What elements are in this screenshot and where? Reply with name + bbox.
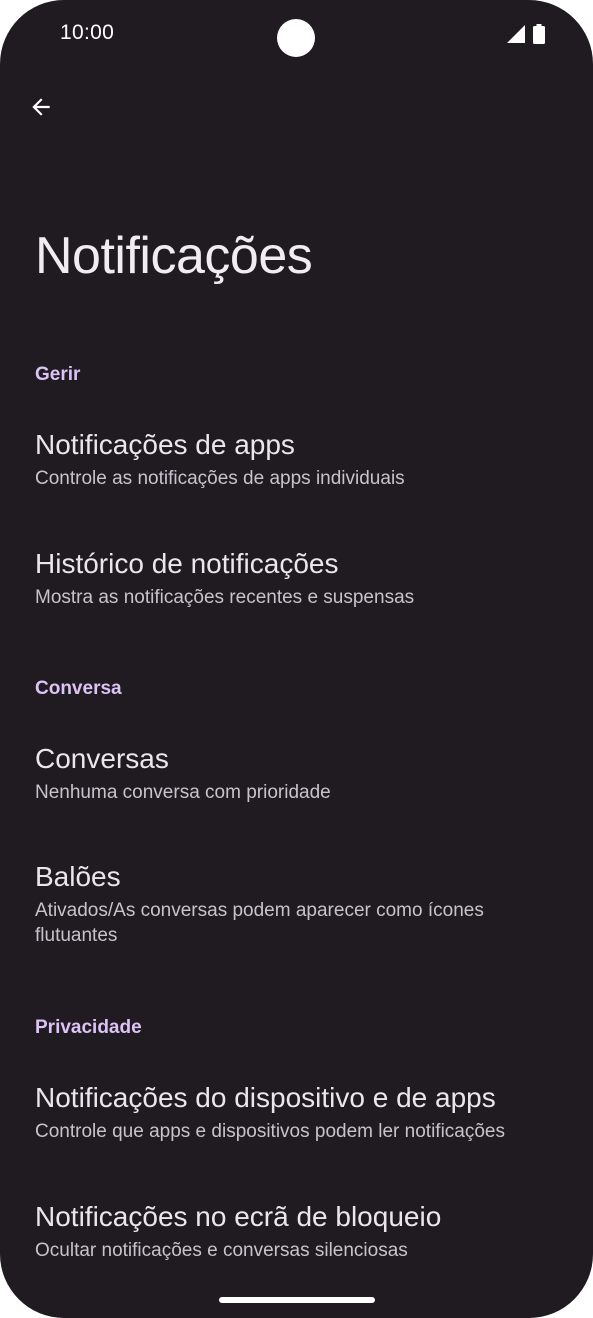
settings-item-app-notifications[interactable]: Notificações de apps Controle as notific…: [35, 427, 573, 491]
settings-item-lock-screen-notifications[interactable]: Notificações no ecrã de bloqueio Ocultar…: [35, 1199, 573, 1263]
item-subtitle: Nenhuma conversa com prioridade: [35, 782, 331, 803]
item-subtitle: Mostra as notificações recentes e suspen…: [35, 587, 415, 608]
status-icons: [507, 24, 545, 44]
status-time: 10:00: [60, 21, 115, 44]
status-bar: 10:00: [0, 0, 593, 70]
item-subtitle: Ocultar notificações e conversas silenci…: [35, 1240, 408, 1261]
settings-item-device-app-notifications[interactable]: Notificações do dispositivo e de apps Co…: [35, 1080, 573, 1144]
item-title: Notificações do dispositivo e de apps: [35, 1082, 496, 1113]
page-title: Notificações: [35, 227, 313, 285]
phone-screen: 10:00 Notificações Gerir Notificações de…: [0, 0, 593, 1318]
item-subtitle: Controle as notificações de apps individ…: [35, 468, 405, 489]
settings-item-bubbles[interactable]: Balões Ativados/As conversas podem apare…: [35, 859, 573, 948]
battery-icon: [533, 24, 545, 44]
item-title: Notificações de apps: [35, 429, 295, 460]
item-title: Balões: [35, 861, 121, 892]
arrow-back-icon: [32, 98, 50, 116]
section-header-privacidade: Privacidade: [35, 1017, 142, 1038]
item-subtitle: Controle que apps e dispositivos podem l…: [35, 1121, 505, 1142]
back-button[interactable]: [22, 86, 60, 128]
home-indicator[interactable]: [219, 1297, 375, 1303]
settings-item-notification-history[interactable]: Histórico de notificações Mostra as noti…: [35, 546, 573, 610]
item-subtitle: Ativados/As conversas podem aparecer com…: [35, 900, 484, 946]
settings-item-conversations[interactable]: Conversas Nenhuma conversa com prioridad…: [35, 741, 573, 805]
section-header-gerir: Gerir: [35, 364, 81, 385]
item-title: Histórico de notificações: [35, 548, 339, 579]
signal-icon: [507, 25, 525, 43]
item-title: Conversas: [35, 743, 169, 774]
section-header-conversa: Conversa: [35, 678, 122, 699]
camera-cutout: [277, 19, 315, 57]
item-title: Notificações no ecrã de bloqueio: [35, 1201, 442, 1232]
